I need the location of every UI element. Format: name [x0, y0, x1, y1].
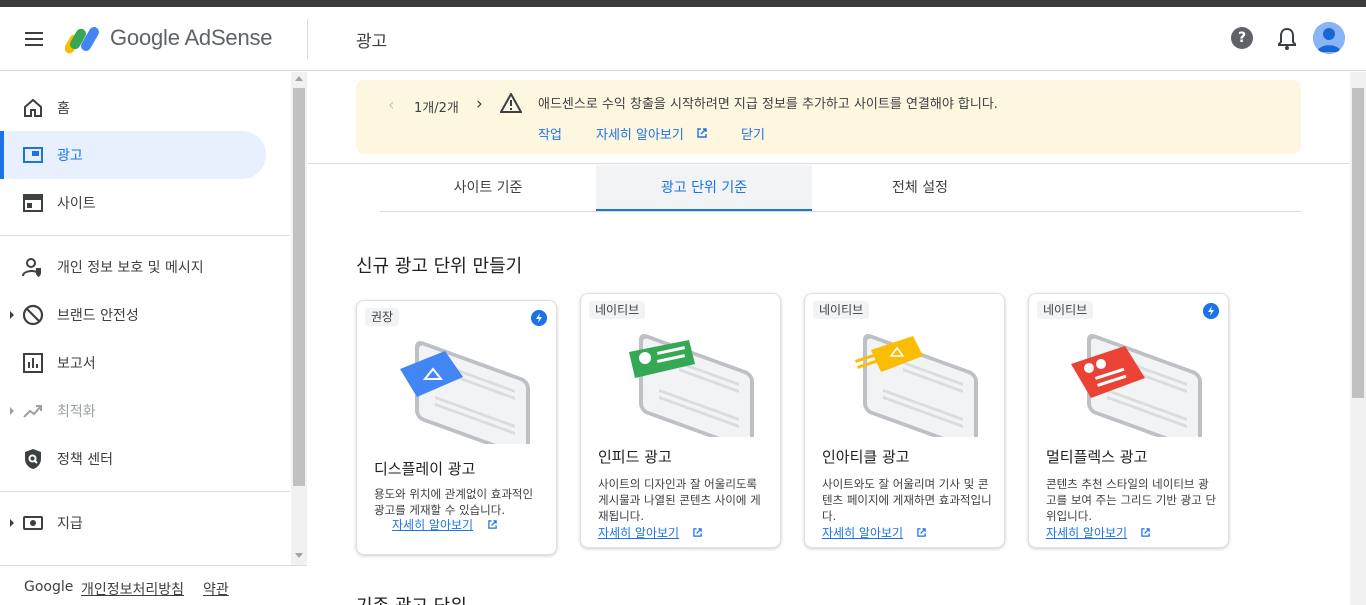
warning-icon: [500, 93, 522, 113]
sidebar-item-label: 홈: [57, 101, 70, 117]
app-header: Google AdSense 광고 ?: [0, 7, 1366, 71]
lightning-bolt-icon: [531, 310, 547, 326]
adsense-logo-icon: [65, 27, 99, 54]
card-title: 인피드 광고: [598, 448, 672, 466]
existing-units-title: 기존 광고 단위: [356, 592, 467, 605]
payments-icon: [23, 516, 43, 530]
header-divider: [307, 19, 308, 59]
privacy-icon: [22, 258, 41, 277]
sidebar-item-reports[interactable]: 보고서: [0, 339, 266, 387]
sidebar-item-label: 지급: [57, 516, 83, 532]
sidebar-item-brand-safety[interactable]: 브랜드 안전성: [0, 291, 266, 339]
card-learn-more-link[interactable]: 자세히 알아보기: [822, 524, 903, 541]
sidebar-item-optimization[interactable]: 최적화: [0, 387, 266, 435]
external-link-icon: [488, 520, 497, 529]
footer-privacy-link[interactable]: 개인정보처리방침: [81, 579, 184, 599]
card-multiplex-ad[interactable]: 네이티브 멀티플렉스 광고 콘텐츠 추천 스타일의 네이티브 광고를 보여 주는…: [1028, 293, 1229, 548]
display-ad-illustration: [400, 340, 530, 444]
card-description: 사이트의 디자인과 잘 어울리도록 게시물과 나열된 콘텐츠 사이에 게재됩니다…: [598, 477, 761, 523]
card-tag: 네이티브: [813, 301, 870, 319]
sidebar-item-payments[interactable]: 지급: [0, 499, 266, 547]
external-link-icon: [917, 528, 926, 537]
external-link-icon: [697, 128, 707, 138]
home-icon: [24, 98, 42, 117]
trending-icon: [23, 405, 42, 418]
card-title: 디스플레이 광고: [374, 460, 476, 478]
banner-close-button[interactable]: 닫기: [741, 124, 765, 143]
block-icon: [22, 304, 44, 326]
sites-icon: [23, 194, 43, 212]
expand-caret-icon[interactable]: [10, 407, 14, 415]
tab-by-site[interactable]: 사이트 기준: [380, 165, 596, 211]
banner-pager: 1개/2개: [414, 101, 459, 116]
card-learn-more-link[interactable]: 자세히 알아보기: [1046, 524, 1127, 541]
sidebar-item-label: 사이트: [57, 196, 96, 212]
help-icon[interactable]: ?: [1231, 27, 1253, 49]
card-title: 인아티클 광고: [822, 448, 910, 466]
sidebar-nav: 홈 광고 사이트 개인 정보 보호 및 메시지 브랜드 안전성 보고서 최적화 …: [0, 72, 307, 605]
notifications-bell-icon[interactable]: [1276, 27, 1298, 51]
sidebar-item-label: 광고: [57, 148, 83, 164]
ads-icon: [23, 147, 43, 163]
expand-caret-icon[interactable]: [10, 519, 14, 527]
policy-shield-icon: [25, 449, 41, 469]
sidebar-item-privacy[interactable]: 개인 정보 보호 및 메시지: [0, 243, 266, 291]
section-title: 신규 광고 단위 만들기: [356, 256, 523, 277]
sidebar-item-label: 보고서: [57, 356, 96, 372]
card-description: 콘텐츠 추천 스타일의 네이티브 광고를 보여 주는 그리드 기반 광고 단위입…: [1046, 477, 1217, 523]
banner-next-chevron-icon[interactable]: ›: [476, 94, 483, 114]
tab-bar: 사이트 기준 광고 단위 기준 전체 설정: [380, 165, 1301, 212]
card-tag: 권장: [365, 308, 400, 326]
card-tag: 네이티브: [589, 301, 646, 319]
account-avatar[interactable]: [1313, 22, 1345, 54]
sidebar-divider: [0, 235, 290, 236]
sidebar-item-label: 정책 센터: [57, 452, 113, 468]
footer-terms-link[interactable]: 약관: [203, 579, 229, 599]
sidebar-item-sites[interactable]: 사이트: [0, 179, 266, 227]
footer-google: Google: [24, 579, 74, 595]
tab-overall-settings[interactable]: 전체 설정: [812, 165, 1028, 211]
banner-learn-more-link[interactable]: 자세히 알아보기: [596, 124, 684, 143]
sidebar-item-label: 브랜드 안전성: [57, 308, 139, 324]
inarticle-ad-illustration: [855, 333, 978, 437]
infeed-ad-illustration: [629, 333, 754, 437]
top-strip: [0, 0, 1366, 7]
card-display-ad[interactable]: 권장 디스플레이 광고 용도와 위치에 관계없이 효과적인 광고를 게재할 수 …: [356, 300, 557, 555]
reports-icon: [23, 353, 43, 373]
scroll-down-arrow-icon[interactable]: [295, 553, 303, 558]
banner-action-work[interactable]: 작업: [538, 124, 562, 143]
page-title: 광고: [356, 32, 388, 52]
sidebar-scrollbar-thumb[interactable]: [293, 88, 305, 486]
banner-prev-chevron-icon[interactable]: ‹: [388, 95, 394, 114]
card-learn-more-link[interactable]: 자세히 알아보기: [598, 524, 679, 541]
banner-separator: [308, 163, 1350, 164]
sidebar-footer: Google 개인정보처리방침 약관: [0, 565, 307, 605]
card-tag: 네이티브: [1037, 301, 1094, 319]
sidebar-item-ads[interactable]: 광고: [0, 131, 266, 179]
main-scrollbar-thumb[interactable]: [1352, 88, 1364, 398]
card-title: 멀티플렉스 광고: [1046, 448, 1148, 466]
sidebar-divider: [0, 491, 290, 492]
card-inarticle-ad[interactable]: 네이티브 인아티클 광고 사이트와도 잘 어울리며 기사 및 콘텐츠 페이지에 …: [804, 293, 1005, 548]
sidebar-item-policy-center[interactable]: 정책 센터: [0, 435, 266, 483]
card-infeed-ad[interactable]: 네이티브 인피드 광고 사이트의 디자인과 잘 어울리도록 게시물과 나열된 콘…: [580, 293, 781, 548]
external-link-icon: [1141, 528, 1150, 537]
scroll-up-arrow-icon[interactable]: [295, 76, 303, 81]
menu-icon[interactable]: [22, 27, 46, 51]
sidebar-item-home[interactable]: 홈: [0, 84, 266, 132]
brand-name: Google AdSense: [110, 25, 273, 50]
card-description: 사이트와도 잘 어울리며 기사 및 콘텐츠 페이지에 게재하면 효과적입니다.: [822, 477, 992, 523]
sidebar-item-label: 개인 정보 보호 및 메시지: [57, 260, 204, 276]
multiplex-ad-illustration: [1071, 333, 1202, 437]
card-learn-more-link[interactable]: 자세히 알아보기: [392, 516, 473, 533]
tab-by-ad-unit[interactable]: 광고 단위 기준: [596, 165, 812, 211]
card-description: 용도와 위치에 관계없이 효과적인 광고를 게재할 수 있습니다.: [374, 487, 534, 517]
expand-caret-icon[interactable]: [10, 311, 14, 319]
external-link-icon: [693, 528, 702, 537]
sidebar-item-label: 최적화: [57, 404, 96, 420]
lightning-bolt-icon: [1203, 303, 1219, 319]
banner-message: 애드센스로 수익 창출을 시작하려면 지급 정보를 추가하고 사이트를 연결해야…: [538, 97, 998, 112]
main-content: ‹ 1개/2개 › 애드센스로 수익 창출을 시작하려면 지급 정보를 추가하고…: [308, 72, 1350, 605]
alert-banner: ‹ 1개/2개 › 애드센스로 수익 창출을 시작하려면 지급 정보를 추가하고…: [356, 80, 1301, 154]
